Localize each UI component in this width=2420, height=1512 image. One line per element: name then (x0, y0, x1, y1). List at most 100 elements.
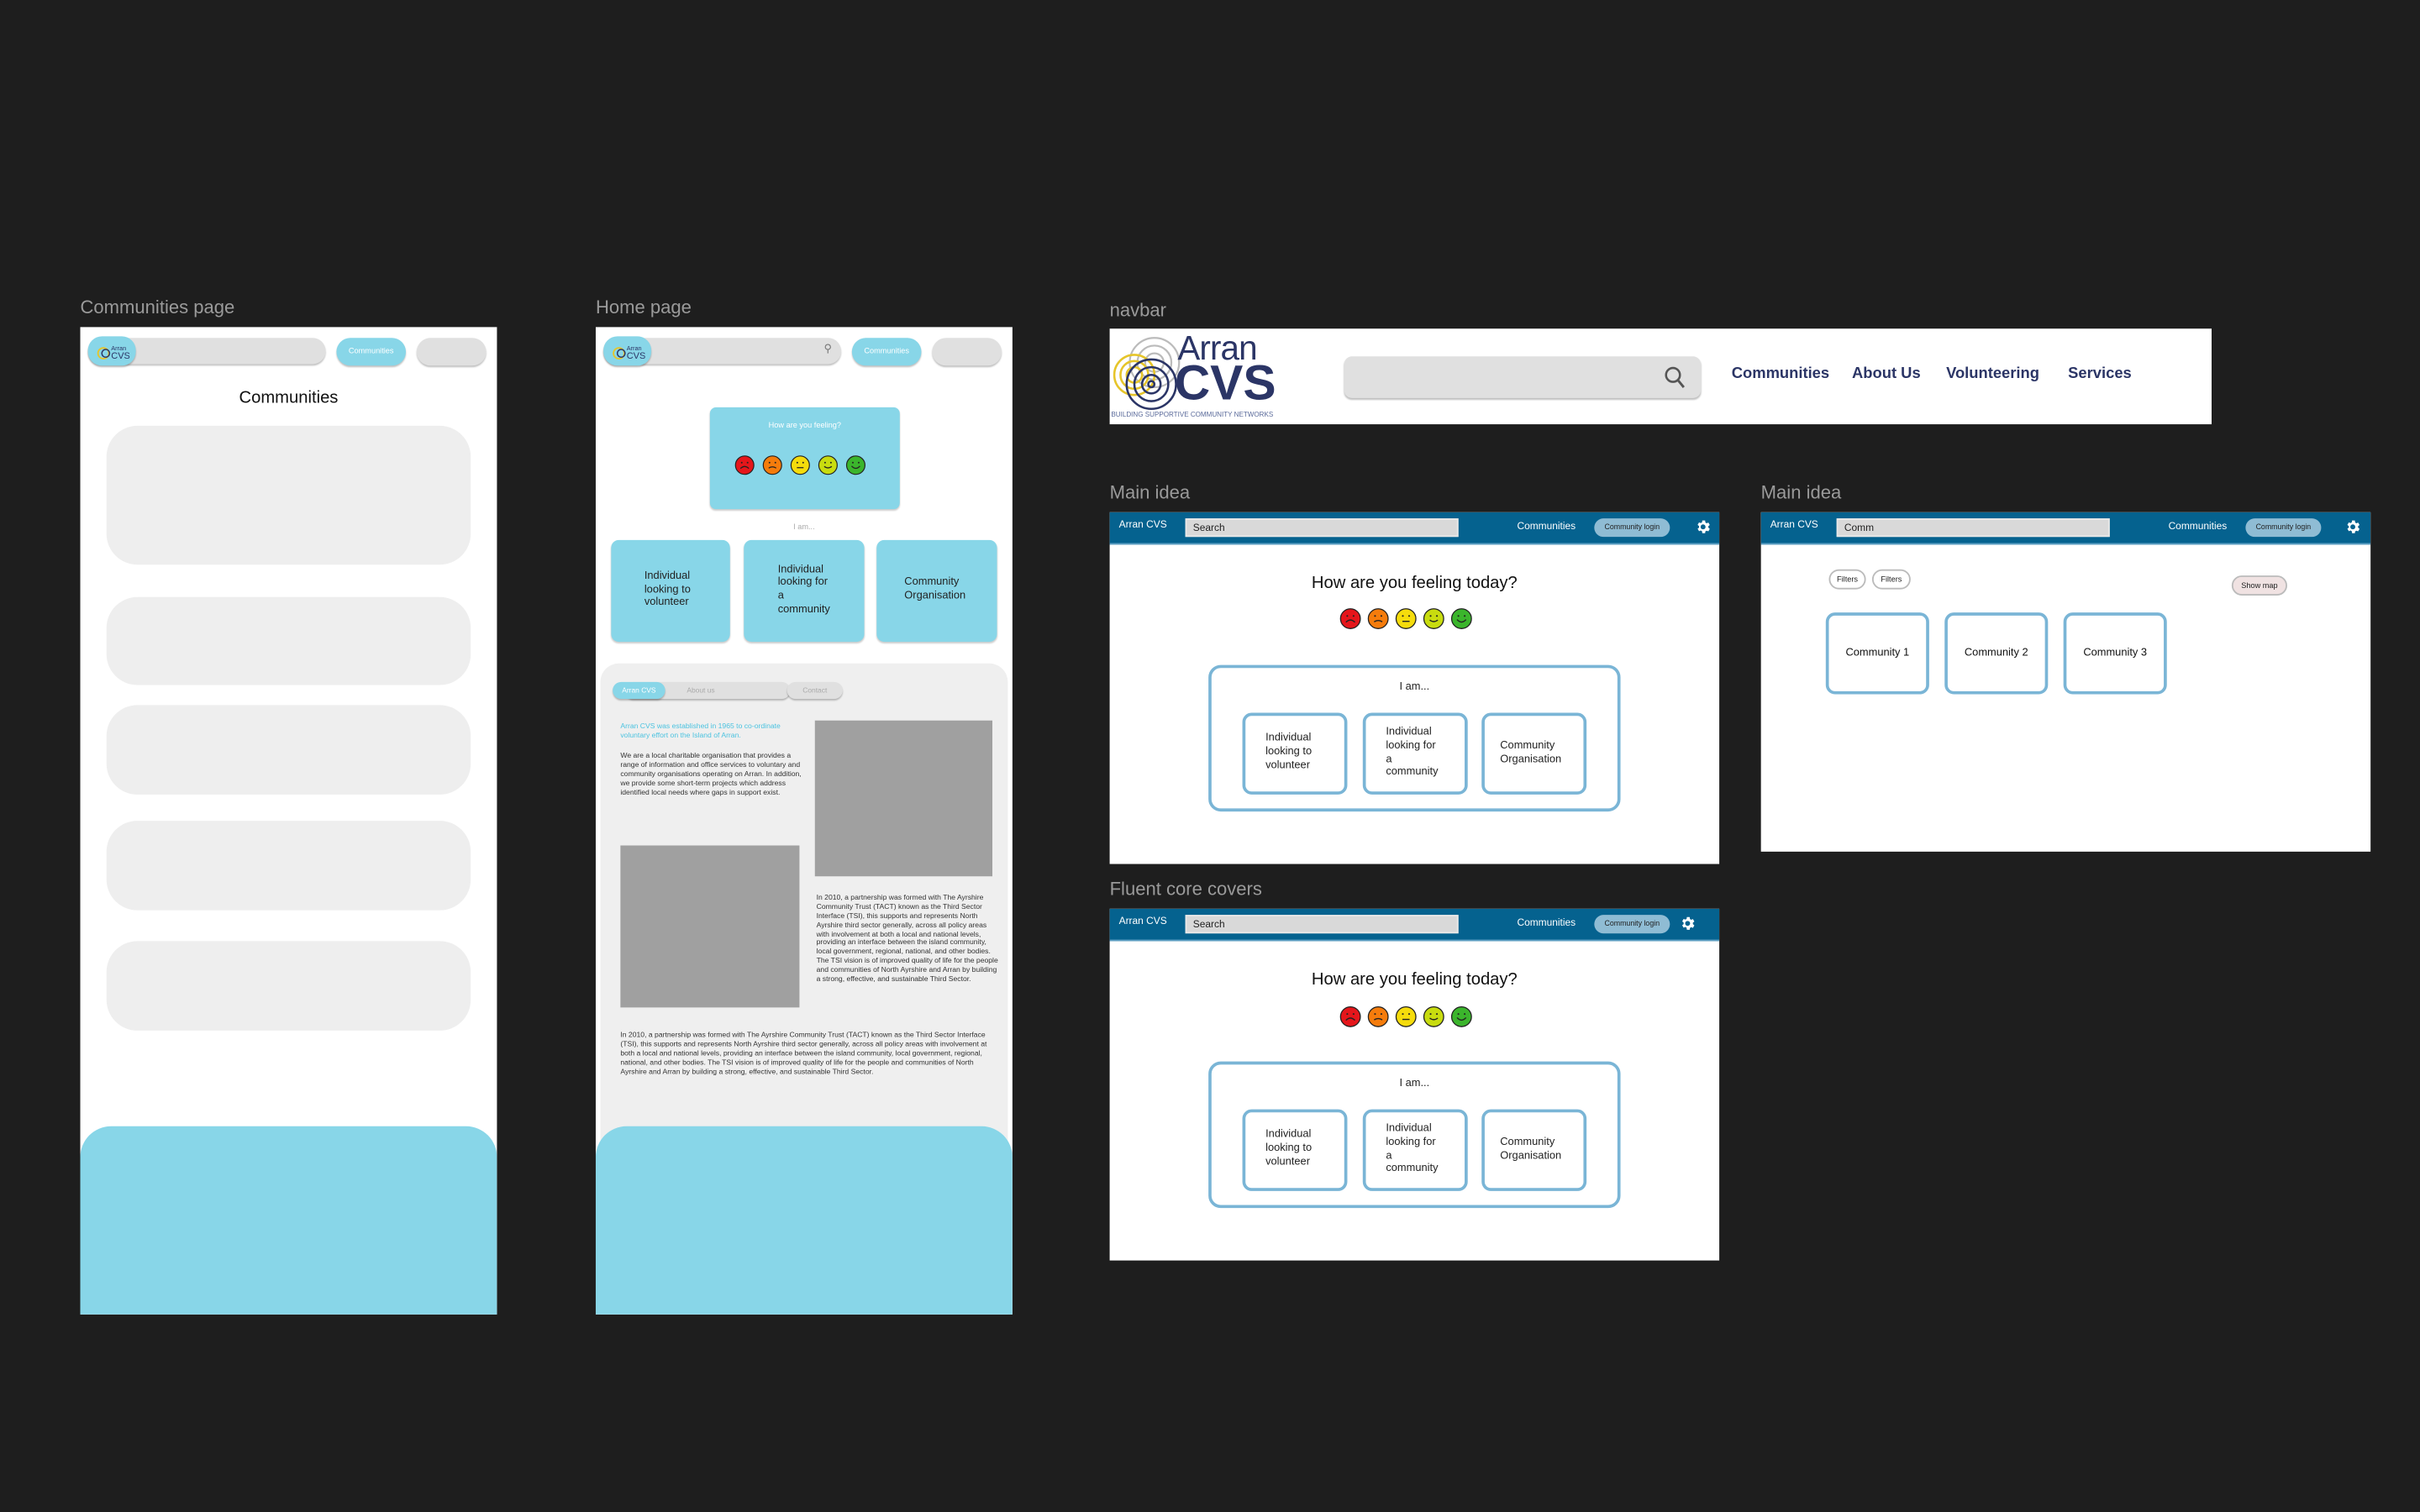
option-community-organisation[interactable]: Community Organisation (876, 539, 997, 643)
sad-face-icon[interactable] (762, 455, 782, 475)
very-happy-face-icon[interactable] (845, 455, 866, 475)
nav-link-communities[interactable]: Communities (2169, 522, 2228, 533)
neutral-face-icon[interactable] (790, 455, 810, 475)
search-input[interactable] (1185, 518, 1459, 538)
feeling-card: How are you feeling? (709, 407, 900, 510)
tab-contact[interactable]: Contact (786, 681, 843, 700)
option-label: Individual looking to volunteer (1265, 1130, 1313, 1168)
very-happy-face-icon[interactable] (1450, 1005, 1472, 1028)
show-map-button[interactable]: Show map (2231, 575, 2287, 596)
search-input[interactable] (1836, 518, 2110, 538)
search-input[interactable] (1185, 915, 1459, 934)
communities-button[interactable]: Communities (851, 338, 922, 366)
frame-label-main-idea-2: Main idea (1760, 481, 1842, 503)
partnership-paragraph-full: In 2010, a partnership was formed with T… (620, 1030, 987, 1075)
logo-text-cvs: CVS (1174, 354, 1276, 411)
happy-face-icon[interactable] (1423, 1005, 1444, 1028)
option-volunteer[interactable]: Individual looking to volunteer (1242, 712, 1348, 795)
happy-face-icon[interactable] (1423, 608, 1444, 630)
frame-label-main-idea: Main idea (1109, 481, 1191, 503)
option-community-organisation[interactable]: Community Organisation (1481, 1109, 1587, 1191)
community-card[interactable]: Community 1 (1825, 612, 1929, 695)
nav-link-communities[interactable]: Communities (1732, 365, 1829, 382)
home-page-frame: ⚲ Arran CVS Communities How are you feeli… (595, 327, 1013, 1315)
arran-cvs-logo[interactable]: Arran CVS BUILDING SUPPORTIVE COMMUNITY … (1110, 328, 1292, 424)
top-bar: Arran CVS Communities Community login (1109, 908, 1720, 942)
mood-selector[interactable] (1339, 608, 1472, 630)
option-looking-for-community[interactable]: Individual looking for a community (744, 539, 865, 643)
option-community-organisation[interactable]: Community Organisation (1481, 712, 1587, 795)
main-idea-frame: Arran CVS Communities Community login Ho… (1109, 512, 1720, 864)
community-login-button[interactable]: Community login (1594, 915, 1670, 934)
communities-button[interactable]: Communities (336, 338, 407, 366)
mood-selector[interactable] (734, 455, 865, 475)
option-looking-for-community[interactable]: Individual looking for a community (1362, 1109, 1468, 1191)
logo-tagline: BUILDING SUPPORTIVE COMMUNITY NETWORKS (1111, 410, 1274, 418)
community-card[interactable] (106, 941, 471, 1031)
sad-face-icon[interactable] (1367, 608, 1389, 630)
brand-name[interactable]: Arran CVS (1119, 520, 1167, 531)
happy-face-icon[interactable] (818, 455, 838, 475)
secondary-button[interactable] (932, 338, 1002, 366)
very-sad-face-icon[interactable] (734, 455, 755, 475)
option-label: Individual looking for a community (1386, 727, 1439, 779)
page-title: Communities (239, 388, 339, 407)
secondary-button[interactable] (416, 338, 487, 366)
logo-button[interactable]: Arran CVS (603, 336, 652, 366)
community-login-button[interactable]: Community login (1594, 518, 1670, 538)
option-looking-for-community[interactable]: Individual looking for a community (1362, 712, 1468, 795)
neutral-face-icon[interactable] (1395, 1005, 1417, 1028)
svg-text:CVS: CVS (626, 350, 644, 360)
image-placeholder (814, 720, 992, 877)
footer (80, 1126, 497, 1315)
option-volunteer[interactable]: Individual looking to volunteer (1242, 1109, 1348, 1191)
option-label: Individual looking to volunteer (1265, 733, 1313, 772)
footer (595, 1126, 1013, 1315)
mood-selector[interactable] (1339, 1005, 1472, 1028)
option-label: Community Organisation (1500, 740, 1562, 765)
search-icon: ⚲ (823, 344, 832, 355)
community-card[interactable]: Community 2 (1944, 612, 2049, 695)
brand-name[interactable]: Arran CVS (1119, 916, 1167, 927)
i-am-panel: I am... Individual looking to volunteer … (1208, 1061, 1621, 1209)
nav-link-services[interactable]: Services (2068, 365, 2132, 382)
community-card[interactable]: Community 3 (2063, 612, 2167, 695)
nav-link-volunteering[interactable]: Volunteering (1946, 365, 2039, 382)
svg-text:CVS: CVS (110, 350, 129, 360)
nav-link-about-us[interactable]: About Us (1852, 365, 1921, 382)
about-paragraph: We are a local charitable organisation t… (620, 751, 802, 795)
i-am-panel: I am... Individual looking to volunteer … (1208, 664, 1621, 812)
neutral-face-icon[interactable] (1395, 608, 1417, 630)
filter-chip[interactable]: Filters (1871, 569, 1911, 590)
tab-arran-cvs[interactable]: Arran CVS (613, 681, 666, 700)
communities-search-frame: Arran CVS Communities Community login Fi… (1760, 512, 2371, 852)
filter-chip[interactable]: Filters (1828, 569, 1866, 590)
community-card[interactable] (106, 425, 471, 565)
very-sad-face-icon[interactable] (1339, 1005, 1361, 1028)
very-sad-face-icon[interactable] (1339, 608, 1361, 630)
option-volunteer[interactable]: Individual looking to volunteer (611, 539, 730, 643)
gear-icon[interactable] (1695, 518, 1712, 535)
search-bar[interactable] (1344, 356, 1702, 398)
very-happy-face-icon[interactable] (1450, 608, 1472, 630)
search-icon (1665, 366, 1685, 388)
option-label: Community Organisation (1500, 1137, 1562, 1162)
i-am-label: I am... (1399, 681, 1430, 693)
communities-page-frame: Arran CVS Communities Communities (80, 327, 497, 1315)
frame-label-communities-page: Communities page (80, 296, 235, 318)
i-am-label: I am... (793, 522, 815, 533)
community-card[interactable] (106, 821, 471, 911)
brand-name[interactable]: Arran CVS (1770, 520, 1818, 531)
frame-label-fluent: Fluent core covers (1109, 878, 1262, 900)
logo-icon: ArranCVS (612, 344, 644, 360)
community-card[interactable] (106, 705, 471, 795)
gear-icon[interactable] (2344, 518, 2361, 535)
gear-icon[interactable] (1679, 915, 1696, 932)
logo-button[interactable]: Arran CVS (87, 336, 136, 366)
nav-link-communities[interactable]: Communities (1517, 522, 1576, 533)
community-login-button[interactable]: Community login (2245, 518, 2322, 538)
sad-face-icon[interactable] (1367, 1005, 1389, 1028)
community-card[interactable] (106, 596, 471, 685)
nav-link-communities[interactable]: Communities (1517, 918, 1576, 929)
fluent-frame: Arran CVS Communities Community login Ho… (1109, 908, 1720, 1261)
